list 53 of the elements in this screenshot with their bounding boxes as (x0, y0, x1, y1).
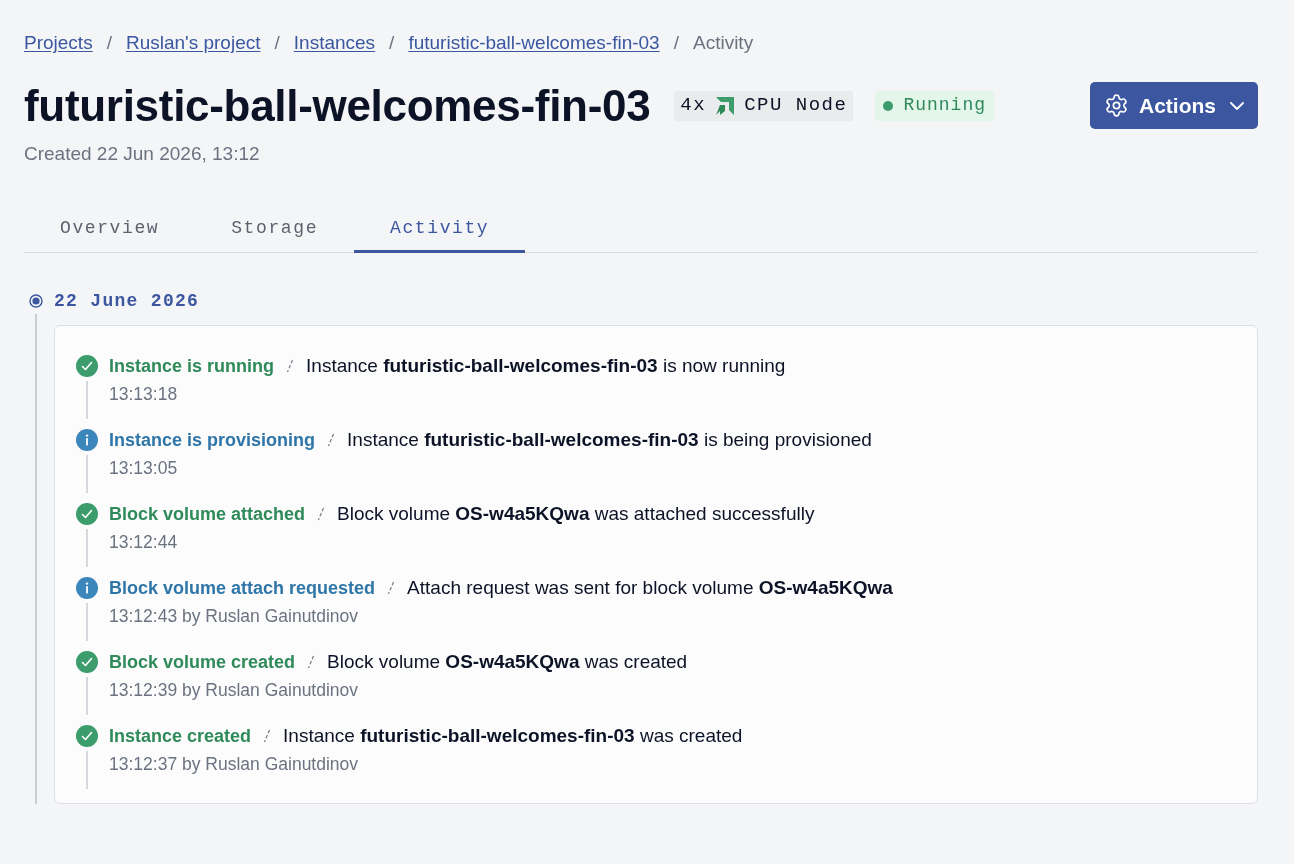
dashed-slash-icon (307, 655, 316, 669)
timeline-date: 22 June 2026 (54, 290, 201, 313)
created-date: Created 22 Jun 2026, 13:12 (24, 143, 261, 165)
breadcrumb-current: Activity (692, 31, 754, 55)
event-description: Instance futuristic-ball-welcomes-fin-03 is being provisioned (347, 427, 872, 452)
tab[interactable]: Storage (195, 206, 355, 253)
status-label: Running (903, 94, 986, 117)
breadcrumb-link[interactable]: Instances (293, 31, 376, 55)
check-circle-icon (76, 651, 98, 673)
event-title: Block volume attached (109, 502, 306, 526)
info-circle-icon (76, 429, 98, 451)
actions-button[interactable]: Actions (1090, 82, 1258, 129)
tab[interactable]: Activity (354, 206, 526, 253)
event-title: Block volume created (109, 650, 296, 674)
node-count: 4x (680, 93, 707, 119)
chevron-down-icon (1230, 101, 1244, 110)
settings-icon (1104, 93, 1129, 118)
check-circle-icon (76, 355, 98, 377)
event-description: Block volume OS-w4a5KQwa was attached successfully (337, 501, 815, 526)
event-time: 13:12:43 by Ruslan Gainutdinov (109, 605, 360, 627)
event-title: Block volume attach requested (109, 576, 376, 600)
event-time: 13:12:44 (109, 531, 179, 553)
event-title: Instance is running (109, 354, 275, 378)
event-description: Attach request was sent for block volume OS-w4a5KQwa (407, 575, 893, 600)
dashed-slash-icon (387, 581, 396, 595)
info-circle-icon (76, 577, 98, 599)
event-time: 13:13:18 (109, 383, 179, 405)
dashed-slash-icon (263, 729, 272, 743)
breadcrumb-separator: / (106, 31, 112, 55)
check-circle-icon (76, 503, 98, 525)
breadcrumb-separator: / (274, 31, 280, 55)
event-description: Instance futuristic-ball-welcomes-fin-03 was created (283, 723, 743, 748)
breadcrumb-link[interactable]: futuristic-ball-welcomes-fin-03 (408, 31, 660, 55)
timeline-dot-icon (29, 294, 43, 308)
tab[interactable]: Overview (24, 206, 196, 253)
dashed-slash-icon (327, 433, 336, 447)
event-time: 13:12:39 by Ruslan Gainutdinov (109, 679, 360, 701)
event-time: 13:12:37 by Ruslan Gainutdinov (109, 753, 360, 775)
page-title: futuristic-ball-welcomes-fin-03 (24, 80, 651, 131)
dashed-slash-icon (317, 507, 326, 521)
breadcrumb-separator: / (673, 31, 679, 55)
breadcrumb-link[interactable]: Ruslan's project (125, 31, 261, 55)
event-title: Instance created (109, 724, 252, 748)
event-title: Instance is provisioning (109, 428, 316, 452)
breadcrumb-separator: / (389, 31, 395, 55)
event-time: 13:13:05 (109, 457, 179, 479)
event-description: Block volume OS-w4a5KQwa was created (327, 649, 688, 674)
node-type: CPU Node (744, 93, 848, 119)
dashed-slash-icon (286, 359, 295, 373)
corner-arrow-logo-icon (716, 96, 735, 115)
event-description: Instance futuristic-ball-welcomes-fin-03 is now running (306, 353, 786, 378)
check-circle-icon (76, 725, 98, 747)
breadcrumb-link[interactable]: Projects (24, 31, 93, 55)
